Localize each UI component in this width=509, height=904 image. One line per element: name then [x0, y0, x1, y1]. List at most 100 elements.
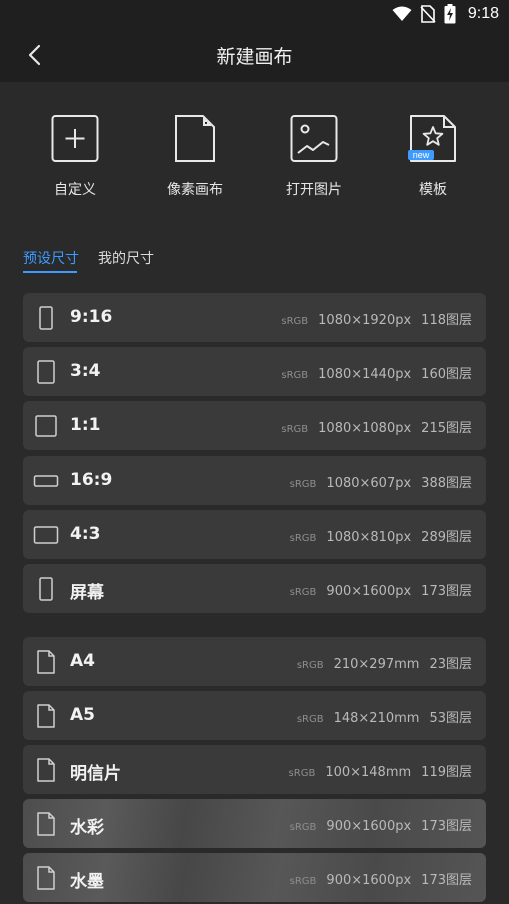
- preset-name: 9:16: [70, 307, 113, 327]
- canvas-size: 1080×810px: [326, 530, 412, 545]
- portrait-tall-icon: [33, 305, 59, 330]
- template-button[interactable]: new 模板: [383, 112, 483, 202]
- layer-count: 173图层: [421, 819, 472, 834]
- document-icon: [33, 865, 59, 890]
- open-image-button[interactable]: 打开图片: [264, 112, 364, 202]
- custom-canvas-button[interactable]: 自定义: [25, 112, 125, 202]
- preset-name: 3:4: [70, 361, 101, 381]
- paper-name: 水彩: [70, 818, 104, 838]
- layer-count: 23图层: [429, 657, 472, 672]
- canvas-size: 900×1600px: [326, 819, 412, 834]
- canvas-size: 1080×607px: [326, 476, 412, 491]
- new-badge-text: new: [413, 150, 430, 160]
- paper-name: A4: [70, 651, 95, 671]
- preset-meta: sRGB 1080×810px 289图层: [290, 526, 472, 545]
- paper-row-a5[interactable]: A5 sRGB 148×210mm 53图层: [23, 691, 486, 740]
- wifi-icon: [392, 6, 412, 21]
- preset-row-1-1[interactable]: 1:1 sRGB 1080×1080px 215图层: [23, 401, 486, 450]
- canvas-size: 100×148mm: [325, 765, 412, 780]
- color-space: sRGB: [296, 714, 324, 725]
- quick-actions: 自定义 像素画布 打开图片 new 模板: [0, 112, 509, 202]
- paper-row-ink-wash[interactable]: 水墨 sRGB 900×1600px 173图层: [23, 853, 486, 902]
- template-label: 模板: [419, 182, 447, 198]
- preset-name: 4:3: [70, 524, 101, 544]
- phone-screen-icon: [33, 576, 59, 601]
- preset-name: 16:9: [70, 470, 113, 490]
- pixel-canvas-button[interactable]: 像素画布: [145, 112, 245, 202]
- template-star-icon: new: [408, 115, 456, 162]
- document-icon: [33, 703, 59, 728]
- paper-meta: sRGB 100×148mm 119图层: [289, 761, 472, 780]
- preset-name: 屏幕: [70, 583, 104, 603]
- document-icon: [33, 649, 59, 674]
- preset-row-4-3[interactable]: 4:3 sRGB 1080×810px 289图层: [23, 510, 486, 559]
- layer-count: 119图层: [421, 765, 472, 780]
- no-sim-icon: [420, 5, 436, 23]
- canvas-size: 1080×1440px: [318, 367, 412, 382]
- custom-canvas-label: 自定义: [54, 182, 96, 198]
- layer-count: 53图层: [429, 711, 472, 726]
- layer-count: 173图层: [421, 873, 472, 888]
- document-icon: [33, 811, 59, 836]
- paper-row-postcard[interactable]: 明信片 sRGB 100×148mm 119图层: [23, 745, 486, 794]
- square-icon: [33, 413, 59, 438]
- open-image-label: 打开图片: [286, 182, 342, 198]
- preset-row-3-4[interactable]: 3:4 sRGB 1080×1440px 160图层: [23, 347, 486, 396]
- paper-row-watercolor[interactable]: 水彩 sRGB 900×1600px 173图层: [23, 799, 486, 848]
- color-space: sRGB: [288, 768, 316, 779]
- status-time: 9:18: [467, 5, 499, 22]
- active-tab-indicator: [23, 271, 77, 273]
- layer-count: 173图层: [421, 584, 472, 599]
- landscape-wide-icon: [33, 468, 59, 493]
- tab-my-sizes[interactable]: 我的尺寸: [98, 248, 154, 268]
- paper-row-a4[interactable]: A4 sRGB 210×297mm 23图层: [23, 637, 486, 686]
- color-space: sRGB: [289, 587, 317, 598]
- color-space: sRGB: [296, 660, 324, 671]
- color-space: sRGB: [289, 876, 317, 887]
- paper-meta: sRGB 900×1600px 173图层: [290, 815, 472, 834]
- layer-count: 289图层: [421, 530, 472, 545]
- preset-row-screen[interactable]: 屏幕 sRGB 900×1600px 173图层: [23, 564, 486, 613]
- page-title: 新建画布: [216, 46, 293, 68]
- color-space: sRGB: [281, 316, 309, 327]
- layer-count: 118图层: [421, 313, 472, 328]
- canvas-size: 210×297mm: [333, 657, 420, 672]
- canvas-size: 900×1600px: [326, 873, 412, 888]
- paper-name: A5: [70, 705, 95, 725]
- pixel-document-icon: [175, 115, 215, 162]
- color-space: sRGB: [289, 479, 317, 490]
- pixel-canvas-label: 像素画布: [167, 182, 223, 198]
- preset-meta: sRGB 900×1600px 173图层: [290, 580, 472, 599]
- paper-name: 明信片: [70, 764, 121, 784]
- canvas-size: 148×210mm: [333, 711, 420, 726]
- status-bar: 9:18: [0, 0, 509, 28]
- preset-meta: sRGB 1080×607px 388图层: [290, 472, 472, 491]
- image-icon: [290, 115, 338, 162]
- document-icon: [33, 757, 59, 782]
- paper-meta: sRGB 900×1600px 173图层: [290, 869, 472, 888]
- color-space: sRGB: [289, 533, 317, 544]
- paper-meta: sRGB 210×297mm 23图层: [297, 653, 472, 672]
- preset-meta: sRGB 1080×1920px 118图层: [281, 309, 472, 328]
- preset-meta: sRGB 1080×1080px 215图层: [281, 417, 472, 436]
- paper-name: 水墨: [70, 872, 104, 892]
- color-space: sRGB: [281, 424, 309, 435]
- status-icons: 9:18: [392, 4, 499, 24]
- preset-row-16-9[interactable]: 16:9 sRGB 1080×607px 388图层: [23, 456, 486, 505]
- canvas-size: 1080×1920px: [318, 313, 412, 328]
- color-space: sRGB: [289, 822, 317, 833]
- landscape-icon: [33, 522, 59, 547]
- color-space: sRGB: [281, 370, 309, 381]
- preset-row-9-16[interactable]: 9:16 sRGB 1080×1920px 118图层: [23, 293, 486, 342]
- portrait-icon: [33, 359, 59, 384]
- layer-count: 388图层: [421, 476, 472, 491]
- layer-count: 160图层: [421, 367, 472, 382]
- layer-count: 215图层: [421, 421, 472, 436]
- battery-charging-icon: [444, 4, 456, 24]
- paper-meta: sRGB 148×210mm 53图层: [297, 707, 472, 726]
- app-bar: 新建画布: [0, 28, 509, 82]
- plus-square-icon: [51, 115, 99, 162]
- tab-preset-sizes[interactable]: 预设尺寸: [23, 248, 79, 268]
- canvas-size: 900×1600px: [326, 584, 412, 599]
- canvas-size: 1080×1080px: [318, 421, 412, 436]
